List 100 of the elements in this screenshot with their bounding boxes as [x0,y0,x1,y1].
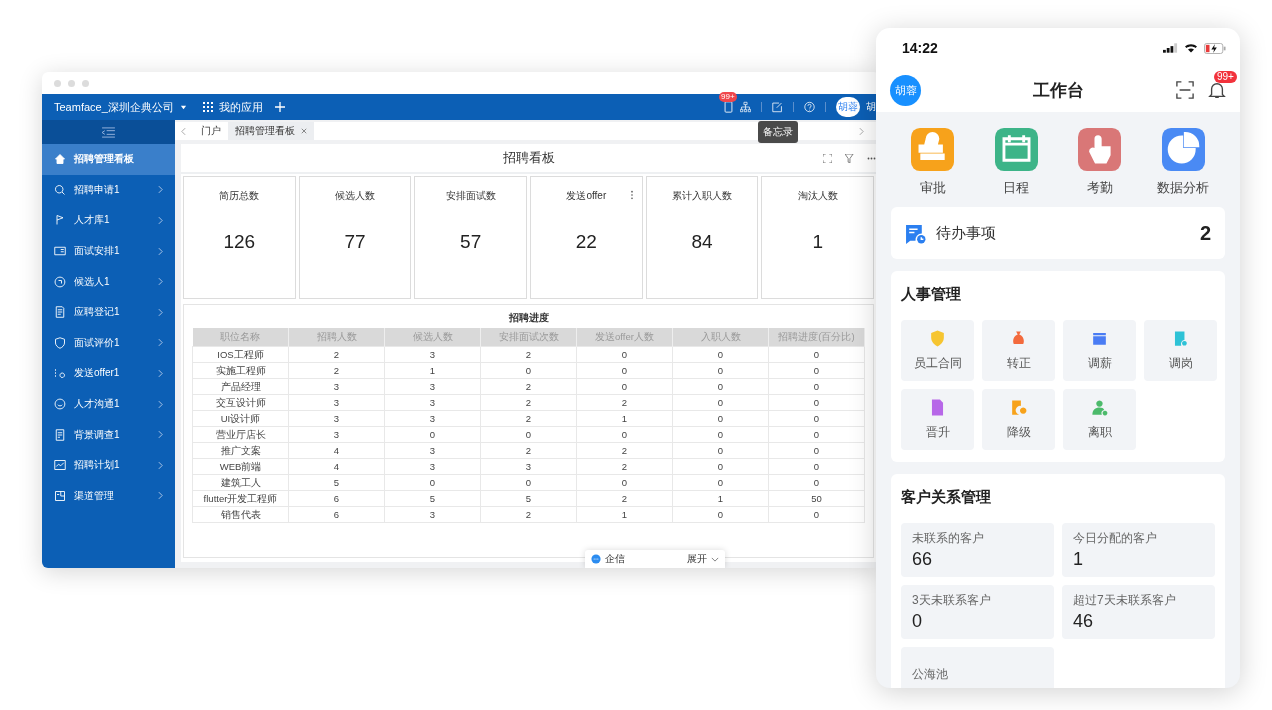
chevron-right-icon [158,491,163,501]
stat-label: 3天未联系客户 [912,592,992,609]
table-cell: 实施工程师 [192,362,289,379]
app-shortcut[interactable]: 考勤 [1063,128,1136,197]
kebab-menu-icon[interactable] [629,190,634,200]
phone-icon[interactable] [723,101,734,113]
edit-icon[interactable] [772,101,783,113]
table-cell: 2 [480,442,577,459]
tab[interactable]: 门户 [194,122,228,140]
sidebar-item[interactable]: 应聘登记1 [42,296,175,328]
bell-icon[interactable] [1208,81,1226,99]
table-cell: 0 [672,362,769,379]
table-cell: 2 [576,490,673,507]
sidebar-item[interactable]: 面试评价1 [42,327,175,359]
hr-tile[interactable]: 调岗 [1144,320,1217,381]
table-cell: 1 [576,506,673,523]
table-cell: 0 [480,426,577,443]
hr-tile[interactable]: 员工合同 [901,320,974,381]
table-cell: 0 [576,362,673,379]
table-cell: 0 [576,346,673,363]
stat-value: 22 [575,231,597,253]
customer-stat-tile[interactable]: 未联系的客户 66 [901,523,1054,577]
collapse-menu-icon[interactable] [102,126,115,138]
sidebar-item[interactable]: 发送offer1 [42,358,175,389]
sidebar-item[interactable]: 背景调查1 [42,419,175,450]
chevron-right-icon [158,307,163,317]
hr-tile[interactable]: 降级 [982,389,1055,450]
help-icon[interactable] [804,101,815,113]
customer-stat-tile[interactable]: 超过7天未联系客户 46 [1062,585,1215,639]
hr-tile[interactable]: 离职 [1063,389,1136,450]
tab[interactable]: 招聘管理看板 [228,122,314,140]
customer-stat-tile[interactable]: 公海池 [901,647,1054,688]
sidebar-item[interactable]: 渠道管理 [42,480,175,512]
hr-tile[interactable]: 调薪 [1063,320,1136,381]
chevron-right-icon [158,368,163,378]
window-dot[interactable] [54,79,61,87]
close-icon[interactable] [301,128,307,134]
table-cell: 0 [672,410,769,427]
sidebar-item[interactable]: 招聘申请1 [42,174,175,206]
org-chart-icon[interactable] [740,101,751,113]
expand-link[interactable]: 展开 [687,552,707,566]
user-name[interactable]: 胡 [866,100,876,114]
hr-tile[interactable]: 晋升 [901,389,974,450]
table-cell: 0 [768,506,865,523]
table-cell: UI设计师 [192,410,289,427]
window-dot[interactable] [68,79,75,87]
company-switcher[interactable]: Teamface_深圳企典公司 [54,99,174,115]
table-cell: 建筑工人 [192,474,289,491]
smile-icon [54,398,66,411]
sidebar-item[interactable]: 招聘计划1 [42,449,175,481]
chevron-down-icon [711,556,719,562]
table-cell: 2 [288,346,385,363]
task-clock-icon [905,222,926,244]
stat-label: 简历总数 [219,189,260,203]
stat-value: 46 [1073,611,1095,632]
my-apps-link[interactable]: 我的应用 [218,99,263,115]
stat-value: 84 [691,231,713,253]
customer-stat-tile[interactable]: 今日分配的客户 1 [1062,523,1215,577]
table-cell: 0 [768,362,865,379]
filter-icon[interactable] [845,153,854,163]
stat-label: 安排面试数 [445,189,496,203]
table-cell: 3 [288,394,385,411]
table-cell: 2 [576,458,673,475]
app-shortcut[interactable]: 日程 [980,128,1053,197]
fullscreen-icon[interactable] [823,153,832,163]
notification-badge: 99+ [719,92,737,102]
stat-value: 126 [223,231,256,253]
app-shortcut[interactable]: 审批 [896,128,969,197]
scan-icon[interactable] [1176,81,1194,99]
sidebar-item[interactable]: 候选人1 [42,266,175,297]
todo-card[interactable]: 待办事项 2 [891,207,1225,259]
table-cell: 0 [384,426,481,443]
sidebar-item[interactable]: 面试安排1 [42,235,175,267]
table-cell: 0 [672,394,769,411]
table-cell: 0 [672,506,769,523]
chevron-right-icon [158,460,163,470]
stat-label: 未联系的客户 [912,530,985,547]
sidebar-item[interactable]: 人才库1 [42,205,175,236]
notification-badge: 99+ [1214,71,1237,83]
sidebar-item[interactable]: 招聘管理看板 [42,144,175,175]
table-cell: IOS工程师 [192,346,289,363]
stat-label: 发送offer [566,189,607,203]
hr-tile[interactable]: 转正 [982,320,1055,381]
grid-icon [202,102,213,112]
sidebar-item[interactable]: 人才沟通1 [42,388,175,420]
stat-label: 今日分配的客户 [1073,530,1158,547]
window-dot[interactable] [82,79,89,87]
shield-icon [54,336,66,349]
customer-stat-tile[interactable]: 3天未联系客户 0 [901,585,1054,639]
user-avatar[interactable]: 胡蓉 [836,97,860,117]
table-cell: 1 [384,362,481,379]
document-icon [54,306,66,319]
stat-value: 1 [812,231,823,253]
chat-widget[interactable]: 企信 展开 [585,550,725,568]
app-shortcut[interactable]: 数据分析 [1147,128,1220,197]
chevron-right-icon [158,399,163,409]
section-title: 客户关系管理 [901,487,992,507]
table-cell: 5 [480,490,577,507]
table-cell: 0 [576,378,673,395]
add-icon[interactable] [274,102,285,112]
